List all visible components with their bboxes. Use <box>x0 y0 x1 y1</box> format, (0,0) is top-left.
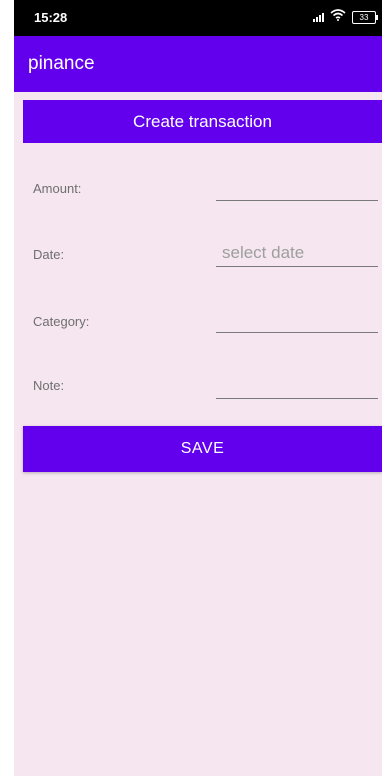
category-input[interactable] <box>216 332 378 333</box>
form-content: Create transaction Amount: Date: select … <box>14 92 382 776</box>
status-time: 15:28 <box>34 10 68 25</box>
save-button[interactable]: SAVE <box>23 426 382 472</box>
wifi-icon <box>330 8 346 26</box>
date-input[interactable]: select date <box>222 243 304 263</box>
app-bar: pinance <box>14 36 382 92</box>
category-label: Category: <box>33 314 90 329</box>
note-label: Note: <box>33 378 65 393</box>
create-transaction-header: Create transaction <box>23 100 382 143</box>
amount-label: Amount: <box>33 181 82 196</box>
status-icons: 33 <box>313 8 378 26</box>
app-title: pinance <box>28 53 95 74</box>
date-label: Date: <box>33 247 65 262</box>
date-input-underline <box>216 266 378 267</box>
status-bar: 15:28 33 <box>14 0 382 36</box>
battery-icon: 33 <box>352 10 378 24</box>
amount-input[interactable] <box>216 200 378 201</box>
note-input[interactable] <box>216 398 378 399</box>
signal-icon <box>313 12 324 22</box>
